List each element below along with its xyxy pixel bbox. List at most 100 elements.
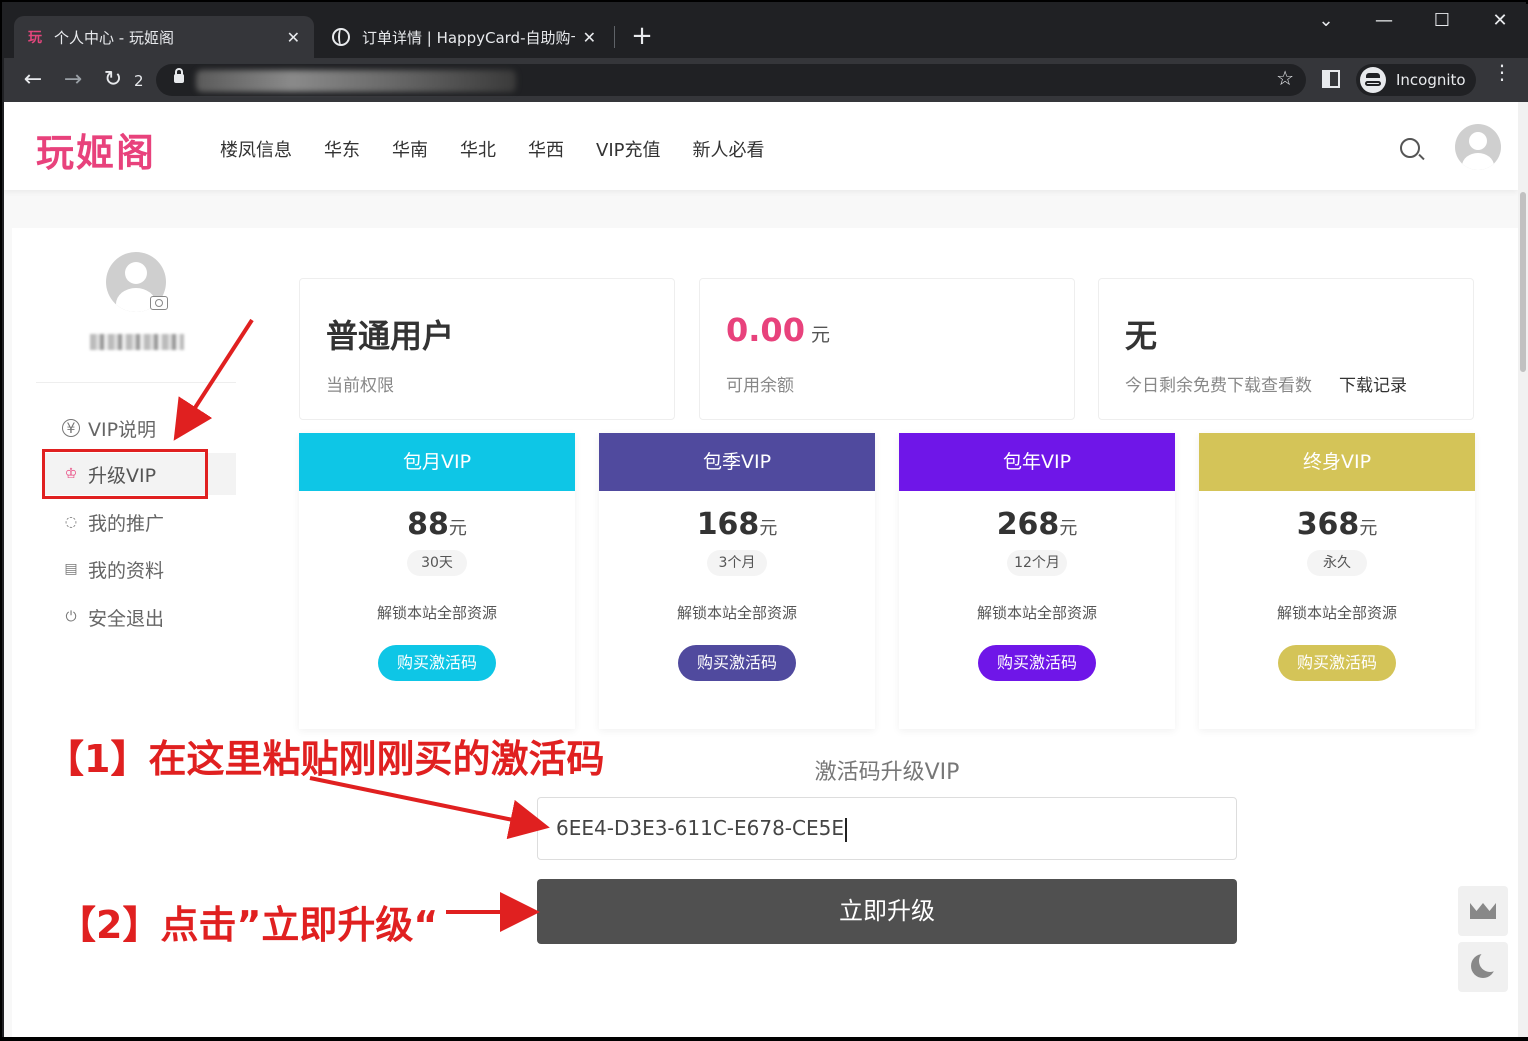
- browser-toolbar: ← → ↻ 2 ☆ Incognito ⋮: [4, 58, 1528, 102]
- camera-icon[interactable]: [150, 296, 168, 310]
- plan-duration: 3个月: [707, 550, 767, 576]
- plan-price: 368元: [1199, 507, 1475, 542]
- reload-button[interactable]: ↻: [98, 66, 128, 94]
- tab-search-icon[interactable]: ⌄: [1306, 10, 1346, 31]
- plan-price-amount: 368: [1296, 507, 1360, 542]
- user-avatar[interactable]: [1455, 124, 1501, 170]
- downloads-label: 今日剩余免费下载查看数: [1125, 376, 1312, 396]
- bookmark-star-icon[interactable]: ☆: [1276, 66, 1294, 90]
- back-button[interactable]: ←: [18, 66, 48, 94]
- site-header: 玩姬阁 楼凤信息 华东 华南 华北 华西 VIP充值 新人必看: [4, 102, 1518, 190]
- tab-strip: 玩 个人中心 - 玩姬阁 ✕ 订单详情 | HappyCard-自助购卡 ✕ +…: [4, 4, 1528, 58]
- upgrade-now-button[interactable]: 立即升级: [537, 879, 1237, 944]
- lock-icon[interactable]: [174, 68, 184, 83]
- close-tab-icon[interactable]: ✕: [287, 28, 300, 47]
- sidebar-item-label: 我的推广: [88, 512, 165, 535]
- plan-price: 88元: [299, 507, 575, 542]
- plan-description: 解锁本站全部资源: [676, 604, 797, 622]
- close-tab-icon[interactable]: ✕: [583, 28, 596, 47]
- plan-card-monthly: 包月VIP 88元 30天 解锁本站全部资源 购买激活码: [299, 433, 575, 729]
- yen-icon: ¥: [62, 419, 80, 437]
- vip-float-button[interactable]: [1458, 886, 1508, 936]
- close-window-button[interactable]: ✕: [1480, 10, 1520, 31]
- activation-code-value: 6EE4-D3E3-611C-E678-CE5E: [556, 816, 844, 840]
- site-logo[interactable]: 玩姬阁: [36, 122, 156, 177]
- user-level: 普通用户: [326, 317, 455, 355]
- nav-item-newbie-guide[interactable]: 新人必看: [692, 136, 764, 162]
- plan-description: 解锁本站全部资源: [1276, 604, 1397, 622]
- plan-price-unit: 元: [759, 518, 778, 539]
- plan-description: 解锁本站全部资源: [376, 604, 497, 622]
- plan-price: 268元: [899, 507, 1175, 542]
- plan-duration: 永久: [1307, 550, 1367, 576]
- browser-menu-icon[interactable]: ⋮: [1492, 62, 1512, 82]
- download-history-link[interactable]: 下载记录: [1339, 371, 1407, 396]
- search-icon[interactable]: [1400, 138, 1420, 158]
- plan-price-unit: 元: [448, 518, 467, 539]
- text-caret: [845, 817, 847, 842]
- forward-button[interactable]: →: [58, 66, 88, 94]
- plan-price-amount: 168: [696, 507, 760, 542]
- incognito-indicator[interactable]: Incognito: [1356, 64, 1476, 96]
- site-favicon-icon: 玩: [28, 30, 42, 46]
- sidebar-item-profile[interactable]: ▤ 我的资料: [44, 548, 236, 590]
- balance-value: 0.00 元: [726, 311, 830, 349]
- buy-code-button[interactable]: 购买激活码: [678, 645, 796, 681]
- side-panel-icon[interactable]: [1322, 70, 1340, 88]
- address-bar[interactable]: ☆: [156, 64, 1306, 96]
- dark-mode-button[interactable]: [1458, 942, 1508, 992]
- plan-price-unit: 元: [1359, 518, 1378, 539]
- plan-name: 包季VIP: [599, 433, 875, 491]
- nav-item-north[interactable]: 华北: [460, 136, 496, 162]
- plan-price-unit: 元: [1059, 518, 1078, 539]
- plan-name: 终身VIP: [1199, 433, 1475, 491]
- balance-label: 可用余额: [726, 376, 794, 396]
- profile-card-icon: ▤: [64, 561, 78, 577]
- tab-title: 订单详情 | HappyCard-自助购卡: [362, 28, 575, 47]
- nav-item-west[interactable]: 华西: [528, 136, 564, 162]
- buy-code-button[interactable]: 购买激活码: [978, 645, 1096, 681]
- nav-item-vip-recharge[interactable]: VIP充值: [596, 136, 660, 162]
- annotation-step-2: 【2】点击”立即升级“: [58, 903, 439, 947]
- activation-code-input[interactable]: 6EE4-D3E3-611C-E678-CE5E: [537, 797, 1237, 860]
- sidebar-item-vip-info[interactable]: ¥ VIP说明: [44, 407, 236, 449]
- plan-card-yearly: 包年VIP 268元 12个月 解锁本站全部资源 购买激活码: [899, 433, 1175, 729]
- promotion-icon: ◌: [64, 514, 78, 530]
- nav-item-listings[interactable]: 楼凤信息: [220, 136, 292, 162]
- tab-title: 个人中心 - 玩姬阁: [54, 28, 174, 47]
- annotation-step-1: 【1】在这里粘贴刚刚买的激活码: [46, 737, 605, 781]
- main-nav: 楼凤信息 华东 华南 华北 华西 VIP充值 新人必看: [220, 136, 796, 162]
- page-scrollbar[interactable]: [1518, 102, 1528, 1037]
- nav-item-south[interactable]: 华南: [392, 136, 428, 162]
- plan-price-amount: 88: [407, 507, 449, 542]
- plan-name: 包年VIP: [899, 433, 1175, 491]
- reload-count: 2: [134, 72, 144, 90]
- buy-code-button[interactable]: 购买激活码: [378, 645, 496, 681]
- minimize-button[interactable]: —: [1364, 10, 1404, 31]
- sidebar-item-label: VIP说明: [88, 418, 157, 441]
- balance-amount: 0.00: [726, 311, 805, 349]
- tab-personal-center[interactable]: 玩 个人中心 - 玩姬阁 ✕: [14, 16, 314, 58]
- sidebar-item-promotion[interactable]: ◌ 我的推广: [44, 501, 236, 543]
- user-level-label: 当前权限: [326, 376, 394, 396]
- sidebar-item-label: 安全退出: [88, 607, 165, 630]
- plan-price-amount: 268: [996, 507, 1060, 542]
- plan-description: 解锁本站全部资源: [976, 604, 1097, 622]
- new-tab-button[interactable]: +: [628, 22, 656, 50]
- moon-icon: [1471, 950, 1501, 978]
- nav-item-east[interactable]: 华东: [324, 136, 360, 162]
- maximize-button[interactable]: ☐: [1422, 10, 1462, 31]
- buy-code-button[interactable]: 购买激活码: [1278, 645, 1396, 681]
- sidebar-item-logout[interactable]: ⏻ 安全退出: [44, 596, 236, 638]
- plan-name: 包月VIP: [299, 433, 575, 491]
- tab-order-details[interactable]: 订单详情 | HappyCard-自助购卡 ✕: [318, 16, 610, 58]
- activation-title: 激活码升级VIP: [814, 760, 960, 785]
- incognito-label: Incognito: [1396, 71, 1466, 89]
- browser-window: 玩 个人中心 - 玩姬阁 ✕ 订单详情 | HappyCard-自助购卡 ✕ +…: [0, 0, 1528, 1039]
- sidebar-item-label: 我的资料: [88, 559, 165, 582]
- stat-card-level: 普通用户 当前权限: [299, 278, 675, 420]
- stat-card-downloads: 无 今日剩余免费下载查看数 下载记录: [1098, 278, 1474, 420]
- globe-icon: [332, 28, 350, 46]
- scrollbar-thumb[interactable]: [1520, 192, 1526, 372]
- plan-duration: 30天: [407, 550, 467, 576]
